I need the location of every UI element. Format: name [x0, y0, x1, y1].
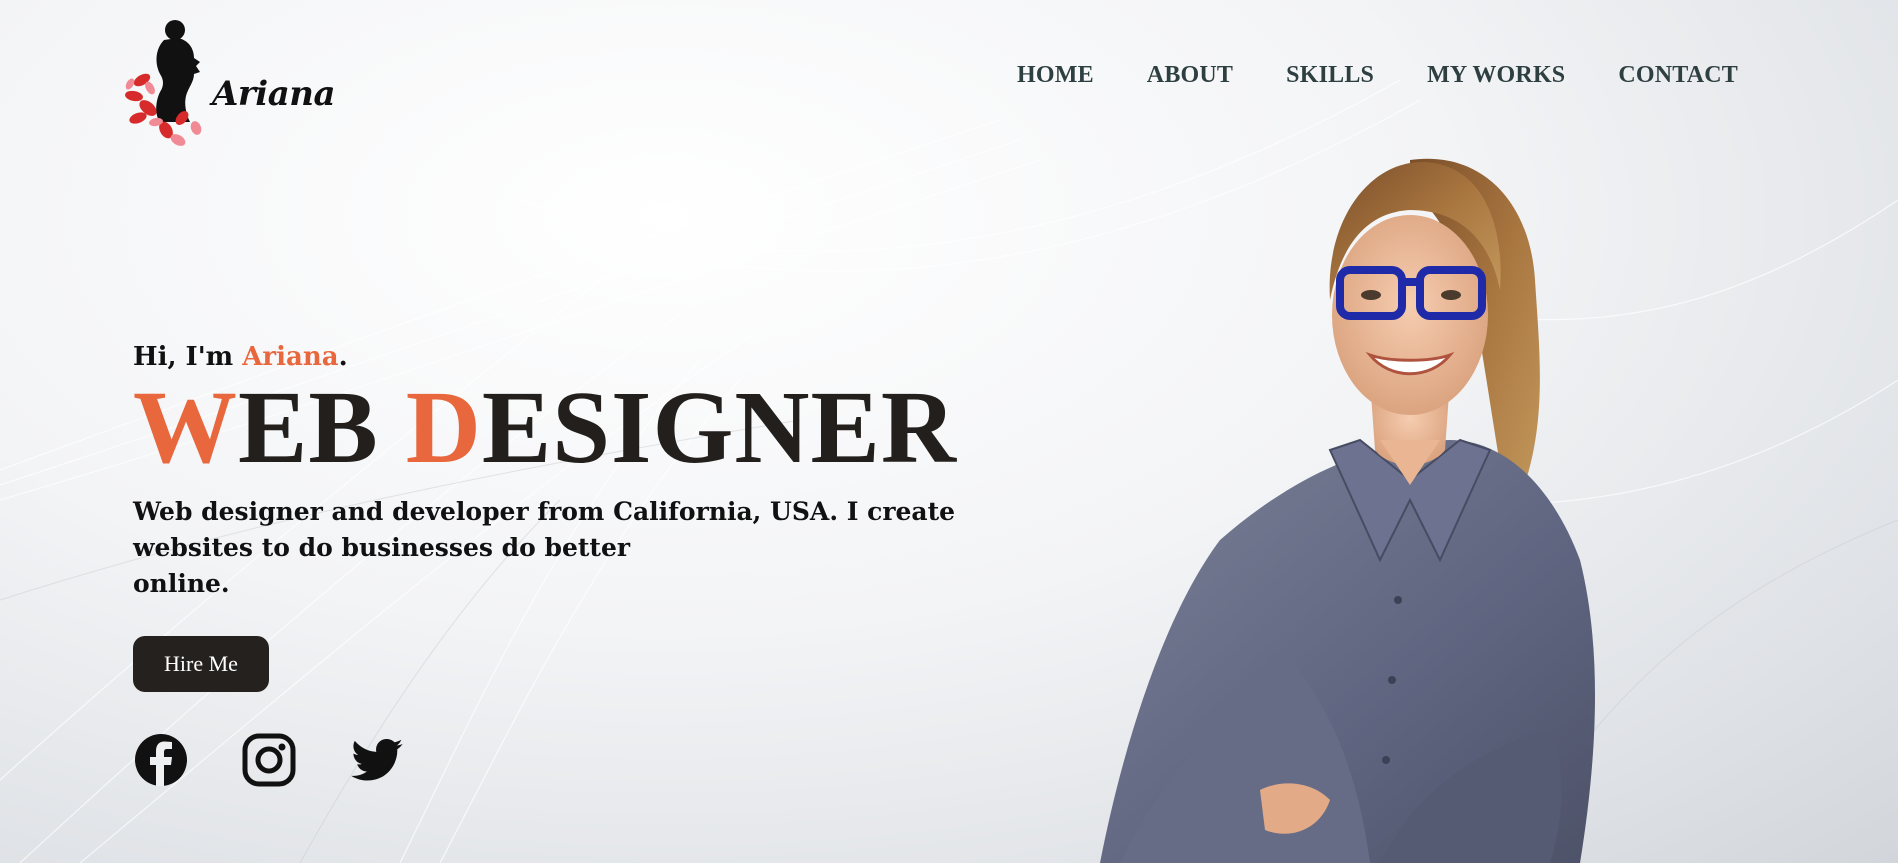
hire-me-button[interactable]: Hire Me: [133, 636, 269, 692]
greeting-name: Ariana: [242, 342, 339, 372]
greeting-prefix: Hi, I'm: [133, 342, 243, 372]
description-line: Web designer and developer from Californ…: [133, 497, 956, 526]
hero-headline: WEB DESIGNER: [133, 376, 1063, 480]
brand-logo[interactable]: Ariana: [120, 18, 336, 158]
headline-word2-rest: ESIGNER: [481, 370, 957, 485]
headline-initial-w: W: [133, 370, 238, 485]
greeting-suffix: .: [338, 342, 348, 372]
brand-name: Ariana: [212, 74, 336, 114]
hero-section: Hi, I'm Ariana. WEB DESIGNER Web designe…: [133, 342, 1063, 602]
hero-greeting: Hi, I'm Ariana.: [133, 342, 1063, 372]
twitter-icon[interactable]: [349, 732, 405, 788]
facebook-icon[interactable]: [133, 732, 189, 788]
nav-about[interactable]: ABOUT: [1147, 62, 1233, 89]
headline-word1-rest: EB: [238, 370, 406, 485]
headline-initial-d: D: [405, 370, 482, 485]
hero-description: Web designer and developer from Californ…: [133, 494, 1063, 602]
portrait-photo: [1100, 158, 1595, 863]
nav-contact[interactable]: CONTACT: [1618, 62, 1738, 89]
social-links: [133, 732, 405, 788]
nav-my-works[interactable]: MY WORKS: [1427, 62, 1565, 89]
description-line: online.: [133, 569, 230, 598]
nav-skills[interactable]: SKILLS: [1286, 62, 1374, 89]
nav-home[interactable]: HOME: [1017, 62, 1094, 89]
description-line: websites to do businesses do better: [133, 533, 631, 562]
main-nav: HOME ABOUT SKILLS MY WORKS CONTACT: [1017, 62, 1738, 89]
instagram-icon[interactable]: [241, 732, 297, 788]
